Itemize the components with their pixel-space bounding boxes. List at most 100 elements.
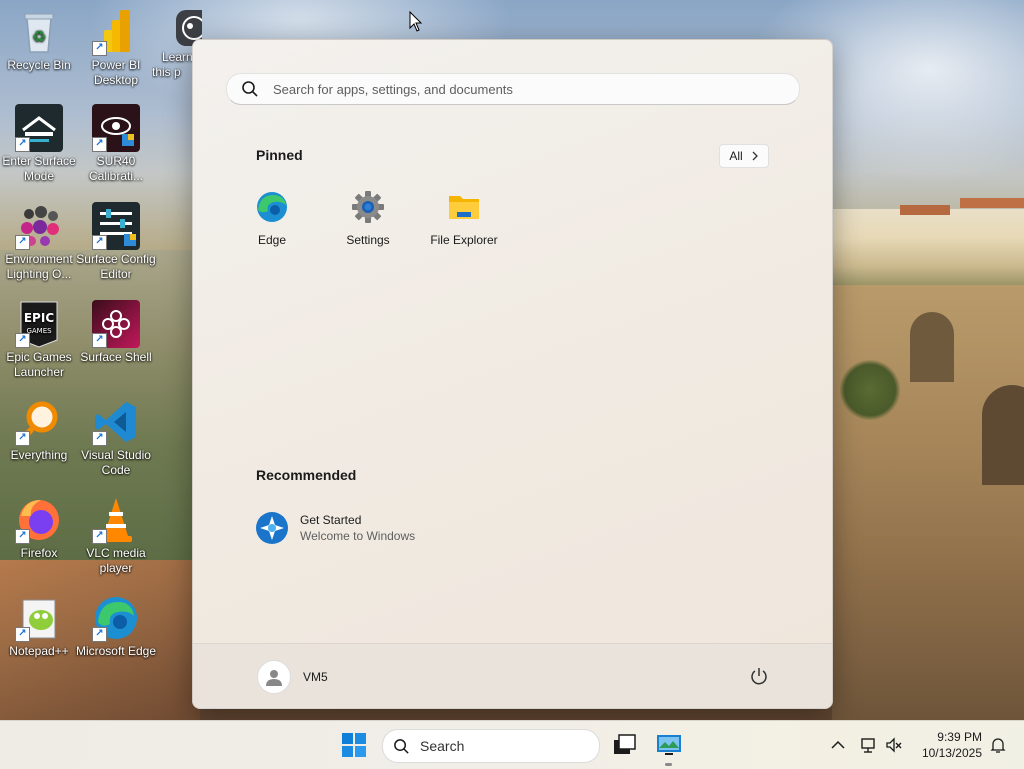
gear-icon (352, 191, 384, 223)
desktop-icon-sur40[interactable]: ↗ SUR40 Calibrati... (73, 104, 159, 184)
desktop-icon-firefox[interactable]: ↗ Firefox (0, 496, 82, 561)
desktop-icon-label: Environment Lighting O... (5, 252, 73, 281)
shortcut-arrow-icon: ↗ (92, 333, 107, 348)
desktop-icon-label: Surface Shell (80, 350, 152, 364)
svg-text:EPIC: EPIC (24, 311, 54, 325)
pinned-app-edge[interactable]: Edge (224, 190, 320, 247)
calibration-icon: ↗ (92, 104, 140, 152)
power-icon[interactable] (749, 666, 769, 686)
notepadpp-icon: ↗ (15, 594, 63, 642)
desktop-icon-label: SUR40 Calibrati... (88, 154, 144, 183)
taskbar-search-label: Search (420, 738, 465, 754)
remote-desktop-icon[interactable] (655, 731, 683, 759)
desktop-icon-label: Learn this p (152, 50, 193, 79)
wallpaper-arch (982, 385, 1024, 485)
lighting-icon: ↗ (15, 202, 63, 250)
notification-bell-icon[interactable] (988, 735, 1008, 755)
desktop-icon-notepadpp[interactable]: ↗ Notepad++ (0, 594, 82, 659)
user-name: VM5 (303, 670, 328, 684)
pinned-app-settings[interactable]: Settings (320, 190, 416, 247)
desktop-icon-environment-lighting[interactable]: ↗ Environment Lighting O... (0, 202, 82, 282)
task-view-icon[interactable] (610, 731, 638, 759)
start-search-box[interactable] (226, 73, 800, 105)
svg-text:GAMES: GAMES (26, 327, 52, 335)
desktop-icon-surface-config[interactable]: ↗ Surface Config Editor (73, 202, 159, 282)
pinned-app-label: Settings (346, 233, 390, 247)
desktop-icon-label: VLC media player (86, 546, 146, 575)
shortcut-arrow-icon: ↗ (92, 41, 107, 56)
recommended-title: Get Started (300, 513, 362, 527)
avatar (257, 660, 291, 694)
taskbar-search-box[interactable]: Search (382, 729, 600, 763)
wallpaper-shrub (840, 360, 900, 420)
desktop-icon-label: Firefox (20, 546, 58, 560)
search-icon (394, 738, 409, 754)
desktop-icon-epic-games[interactable]: EPIC GAMES ↗ Epic Games Launcher (0, 300, 82, 380)
all-apps-label: All (729, 149, 743, 163)
shortcut-arrow-icon: ↗ (92, 431, 107, 446)
clock-time: 9:39 PM (937, 730, 982, 744)
wallpaper-roof (900, 205, 950, 215)
start-footer: VM5 (193, 643, 832, 708)
desktop-icon-recycle-bin[interactable]: ♻ Recycle Bin (0, 8, 82, 73)
volume-muted-icon[interactable] (884, 735, 904, 755)
desktop-icon-everything[interactable]: ↗ Everything (0, 398, 82, 463)
epic-games-icon: EPIC GAMES ↗ (15, 300, 63, 348)
user-icon (266, 670, 282, 686)
all-apps-button[interactable]: All (719, 144, 769, 168)
desktop-icon-label: Enter Surface Mode (2, 154, 76, 183)
desktop-icon-label: Visual Studio Code (81, 448, 151, 477)
taskbar: Search 9:39 PM 10/13/2025 (0, 720, 1024, 769)
shortcut-arrow-icon: ↗ (92, 235, 107, 250)
folder-icon (449, 196, 479, 219)
system-clock[interactable]: 9:39 PM 10/13/2025 (916, 729, 982, 761)
recycle-bin-icon: ♻ (15, 8, 63, 56)
chevron-right-icon (752, 151, 758, 161)
recommended-item-get-started[interactable]: Get Started Welcome to Windows (255, 511, 415, 545)
shortcut-arrow-icon: ↗ (15, 333, 30, 348)
shortcut-arrow-icon: ↗ (92, 137, 107, 152)
everything-search-icon: ↗ (15, 398, 63, 446)
desktop-icon-label: Epic Games Launcher (6, 350, 72, 379)
desktop-icon-label: Surface Config Editor (76, 252, 156, 281)
desktop-icon-vlc[interactable]: ↗ VLC media player (73, 496, 159, 576)
desktop-icon-label: Everything (10, 448, 68, 462)
shortcut-arrow-icon: ↗ (15, 627, 30, 642)
desktop-icon-label: Power BI Desktop (91, 58, 141, 87)
edge-icon: ↗ (92, 594, 140, 642)
recommended-heading: Recommended (256, 467, 357, 483)
wallpaper-roof (960, 198, 1024, 208)
vlc-icon: ↗ (92, 496, 140, 544)
get-started-icon (256, 512, 288, 544)
svg-text:♻: ♻ (32, 27, 46, 46)
desktop-icon-vscode[interactable]: ↗ Visual Studio Code (73, 398, 159, 478)
start-search-input[interactable] (271, 80, 755, 98)
desktop-icon-surface-mode[interactable]: ↗ Enter Surface Mode (0, 104, 82, 184)
firefox-icon: ↗ (15, 496, 63, 544)
user-account-button[interactable]: VM5 (257, 660, 328, 694)
config-editor-icon: ↗ (92, 202, 140, 250)
desktop-icon-label: Recycle Bin (7, 58, 71, 72)
mouse-cursor-icon (409, 11, 423, 32)
network-icon[interactable] (859, 735, 879, 755)
chevron-up-icon[interactable] (828, 735, 848, 755)
desktop-icon-edge[interactable]: ↗ Microsoft Edge (73, 594, 159, 659)
pinned-app-label: Edge (257, 233, 287, 247)
vscode-icon: ↗ (92, 398, 140, 446)
shortcut-arrow-icon: ↗ (15, 235, 30, 250)
search-icon (242, 81, 258, 97)
desktop-icon-power-bi[interactable]: ↗ Power BI Desktop (73, 8, 159, 88)
clock-date: 10/13/2025 (921, 746, 982, 760)
desktop-icon-label: Microsoft Edge (75, 644, 157, 658)
pinned-app-label: File Explorer (430, 233, 498, 247)
edge-icon (257, 192, 287, 222)
surface-shell-icon: ↗ (92, 300, 140, 348)
desktop-icon-surface-shell[interactable]: ↗ Surface Shell (73, 300, 159, 365)
pinned-heading: Pinned (256, 147, 303, 163)
shortcut-arrow-icon: ↗ (15, 529, 30, 544)
pinned-app-file-explorer[interactable]: File Explorer (416, 190, 512, 247)
desktop-icon-label: Notepad++ (9, 644, 69, 658)
windows-start-icon[interactable] (340, 731, 368, 759)
shortcut-arrow-icon: ↗ (92, 529, 107, 544)
start-menu: Pinned All Edge (192, 39, 833, 709)
